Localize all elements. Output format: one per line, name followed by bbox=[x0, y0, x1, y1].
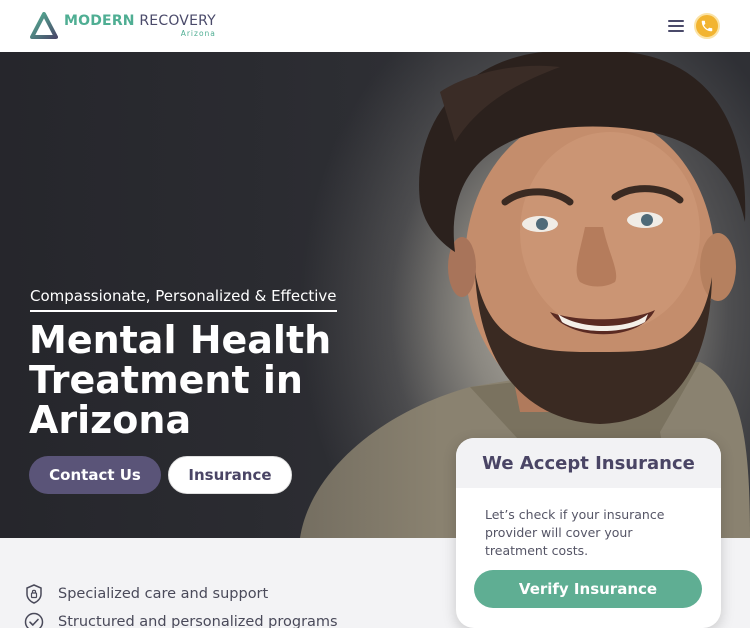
contact-us-button[interactable]: Contact Us bbox=[29, 456, 161, 494]
verify-insurance-button[interactable]: Verify Insurance bbox=[474, 570, 702, 608]
logo-wordmark: MODERN RECOVERY bbox=[64, 13, 216, 30]
logo-subtitle: Arizona bbox=[180, 29, 216, 39]
check-circle-icon bbox=[24, 612, 44, 628]
features-list: Specialized care and support Structured … bbox=[24, 580, 338, 628]
list-item: Structured and personalized programs bbox=[24, 608, 338, 628]
hamburger-menu-icon[interactable] bbox=[668, 20, 684, 32]
site-header: MODERN RECOVERY Arizona bbox=[0, 0, 750, 52]
logo[interactable]: MODERN RECOVERY Arizona bbox=[30, 12, 216, 40]
hero-tagline: Compassionate, Personalized & Effective bbox=[30, 287, 337, 312]
hero-title: Mental Health Treatment in Arizona bbox=[29, 318, 332, 442]
insurance-card-text: Let’s check if your insurance provider w… bbox=[485, 507, 665, 558]
shield-lock-icon bbox=[24, 584, 44, 604]
list-item: Specialized care and support bbox=[24, 580, 338, 608]
feature-label: Specialized care and support bbox=[58, 586, 269, 602]
feature-label: Structured and personalized programs bbox=[58, 614, 338, 628]
insurance-button[interactable]: Insurance bbox=[168, 456, 292, 494]
triangle-logo-icon bbox=[30, 12, 58, 39]
insurance-card-heading: We Accept Insurance bbox=[456, 438, 721, 488]
insurance-card: We Accept Insurance Let’s check if your … bbox=[456, 438, 721, 628]
phone-icon[interactable] bbox=[694, 13, 720, 39]
